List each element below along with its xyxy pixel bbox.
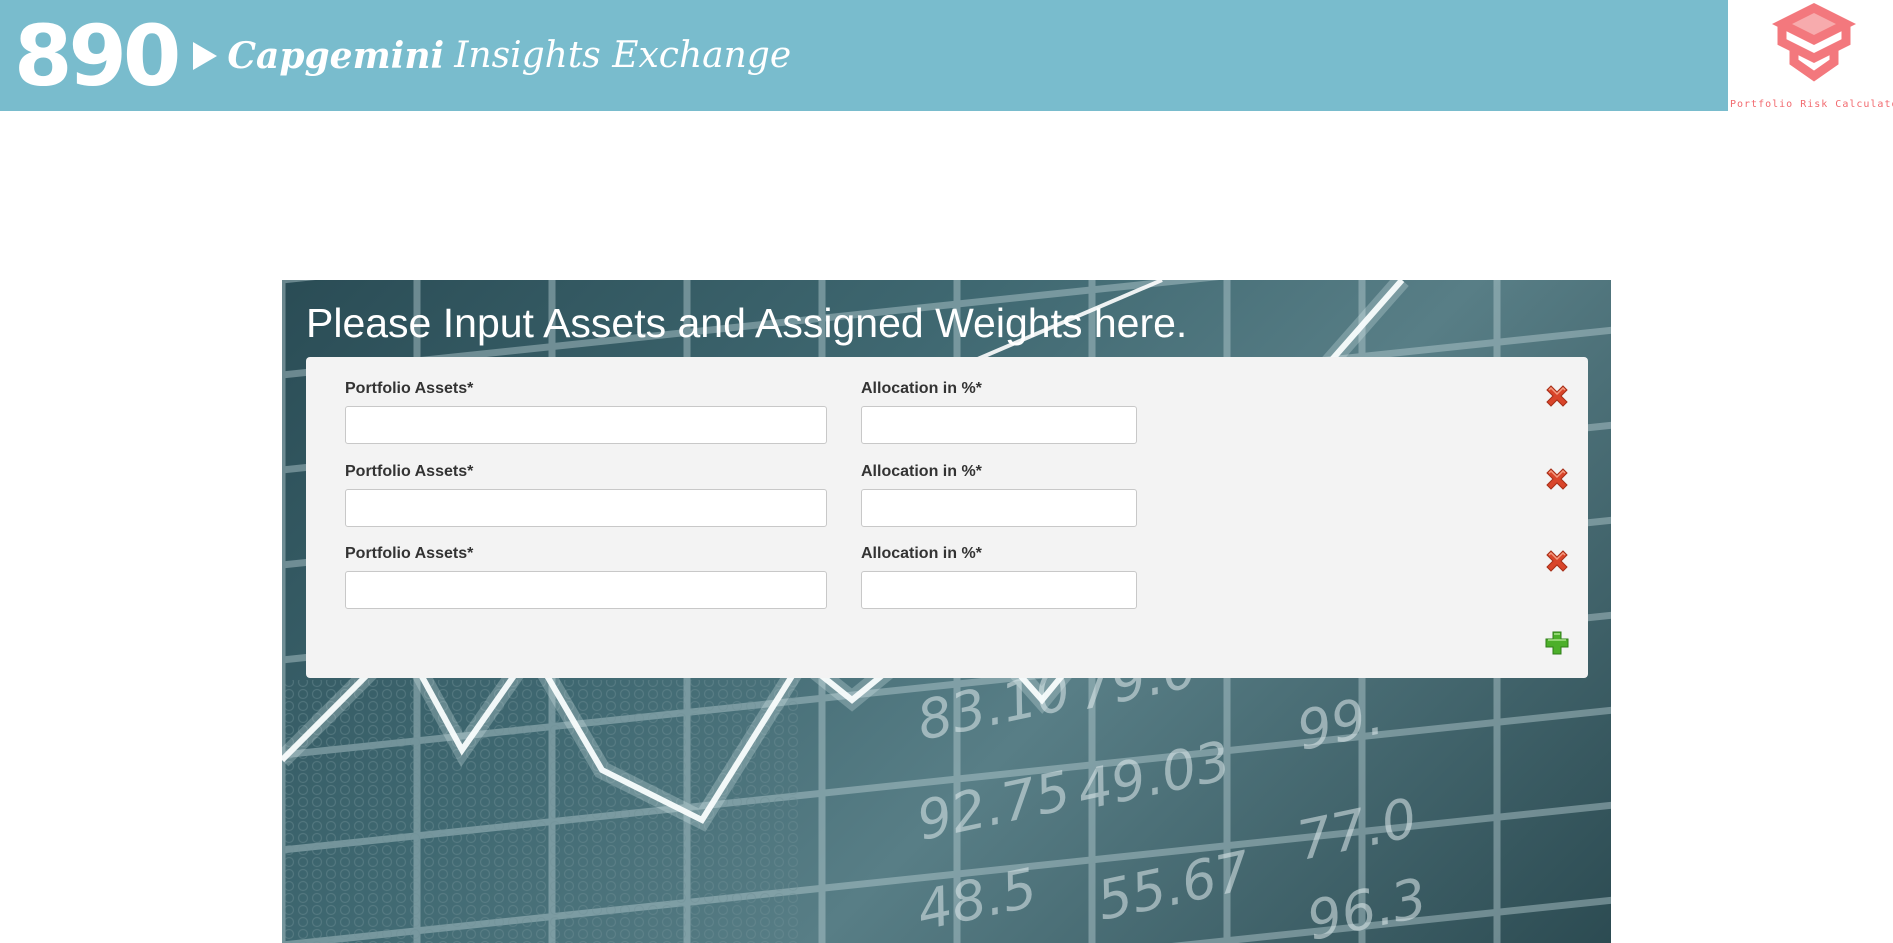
remove-row-button[interactable] [1542,464,1572,494]
asset-label: Portfolio Assets* [345,380,474,397]
asset-row: Portfolio Assets* Allocation in %* [306,545,1588,627]
allocation-input[interactable] [861,406,1137,444]
add-row-button[interactable] [1542,628,1572,658]
hero-section: 83.10 79.0 99. 92.75 49.03 77.0 48.5 55.… [282,280,1611,943]
asset-form-card: Portfolio Assets* Allocation in %* Portf… [306,357,1588,678]
red-x-icon [1546,468,1568,490]
header-banner: 890 Capgemini Insights Exchange [0,0,1728,111]
banner-number: 890 [14,6,181,105]
asset-input[interactable] [345,406,827,444]
app-logo[interactable]: Portfolio Risk Calculator [1728,0,1893,111]
allocation-input[interactable] [861,571,1137,609]
cube-logo-icon [1772,2,1856,82]
allocation-label: Allocation in %* [861,463,982,480]
asset-input[interactable] [345,571,827,609]
allocation-label: Allocation in %* [861,545,982,562]
remove-row-button[interactable] [1542,381,1572,411]
asset-label: Portfolio Assets* [345,463,474,480]
remove-row-button[interactable] [1542,546,1572,576]
allocation-input[interactable] [861,489,1137,527]
asset-row: Portfolio Assets* Allocation in %* [306,463,1588,545]
red-x-icon [1546,385,1568,407]
allocation-label: Allocation in %* [861,380,982,397]
brand-name: Capgemini [227,34,445,77]
asset-row: Portfolio Assets* Allocation in %* [306,380,1588,462]
banner-subtitle: Insights Exchange [454,35,792,76]
asset-input[interactable] [345,489,827,527]
page-title: Please Input Assets and Assigned Weights… [306,300,1188,346]
play-arrow-icon [193,41,218,70]
asset-label: Portfolio Assets* [345,545,474,562]
red-x-icon [1546,550,1568,572]
green-plus-icon [1545,631,1569,655]
logo-caption: Portfolio Risk Calculator [1730,99,1893,110]
